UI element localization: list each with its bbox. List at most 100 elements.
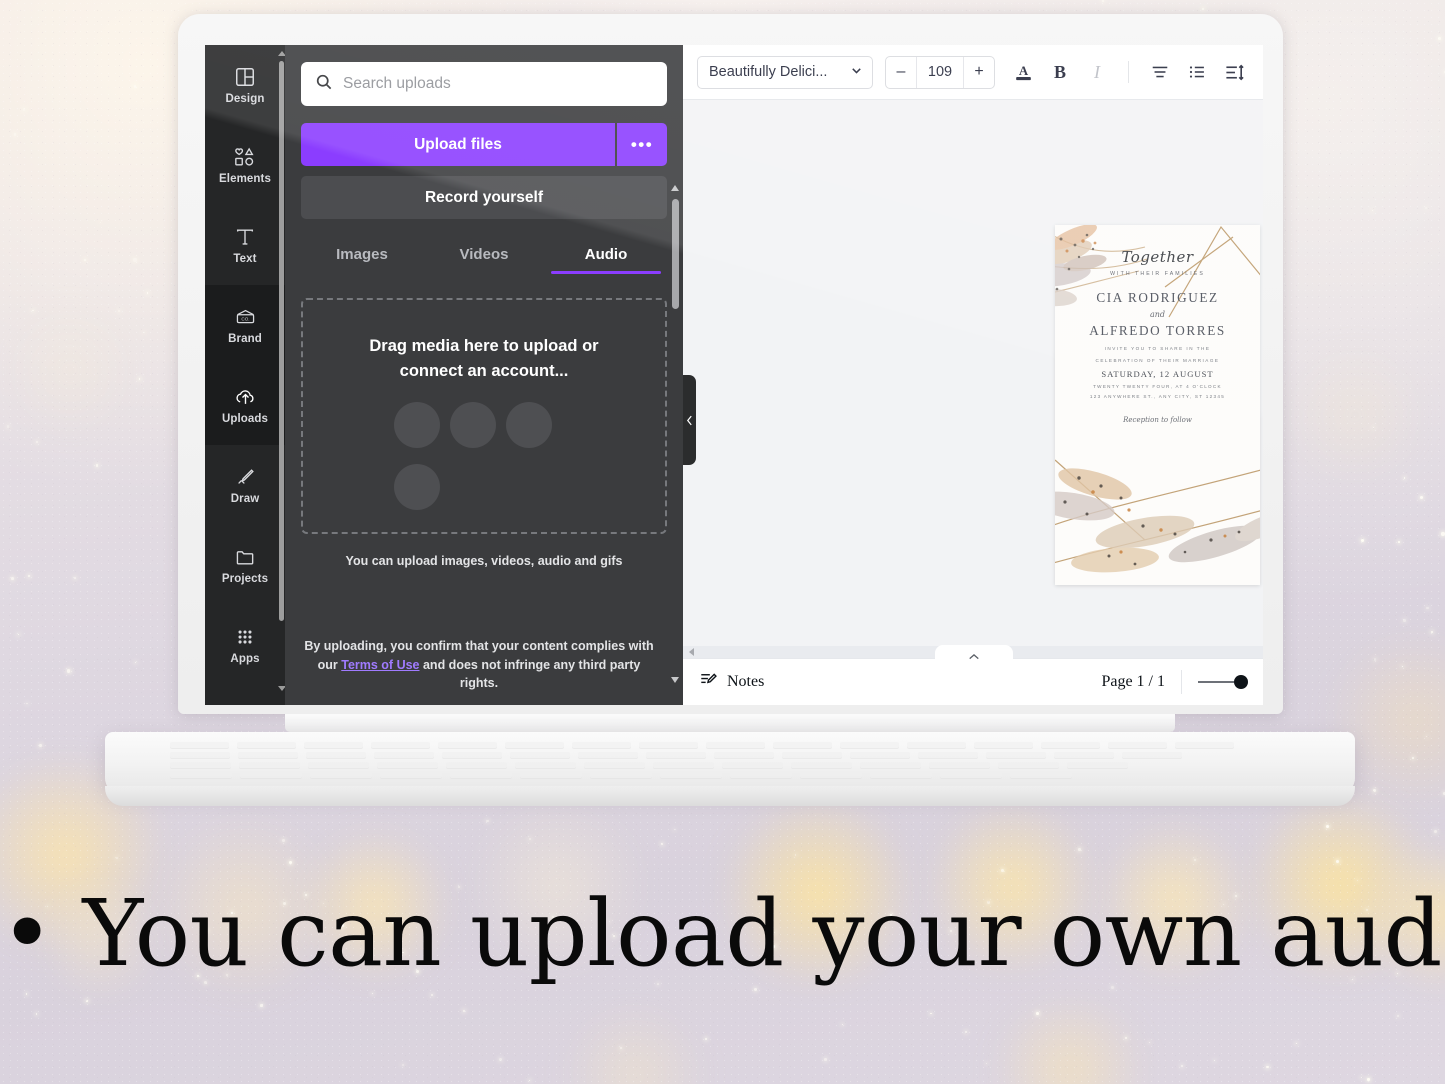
scroll-thumb[interactable] [279, 61, 284, 621]
keyboard-key [239, 762, 300, 768]
panel-scrollbar[interactable] [671, 185, 679, 683]
search-bar[interactable] [301, 62, 667, 106]
card-bride-name[interactable]: CIA RODRIGUEZ [1096, 290, 1218, 306]
keyboard-key [238, 752, 298, 758]
panel-collapse-handle[interactable] [683, 375, 696, 465]
scroll-left-arrow[interactable] [689, 648, 694, 656]
card-groom-name[interactable]: ALFREDO TORRES [1089, 323, 1226, 339]
keyboard-key [653, 762, 714, 768]
tab-images[interactable]: Images [301, 237, 423, 274]
line-spacing-button[interactable] [1218, 56, 1250, 88]
uploads-panel: Upload files ••• Record yourself Images … [285, 45, 683, 705]
keyboard-key [840, 742, 899, 748]
keyboard-key [1054, 752, 1114, 758]
font-size-stepper[interactable]: – 109 + [885, 55, 995, 89]
sidebar-item-text[interactable]: Text [205, 205, 285, 285]
keyboard-key [860, 762, 921, 768]
sidebar-item-label: Apps [230, 652, 260, 665]
search-input[interactable] [343, 75, 653, 93]
timeline-expander-button[interactable] [934, 645, 1013, 661]
laptop-base-lip [105, 786, 1355, 806]
font-size-decrease-button[interactable]: – [886, 57, 916, 88]
keyboard-key [940, 772, 1002, 778]
card-invite-line-2[interactable]: CELEBRATION OF THEIR MARRIAGE [1096, 358, 1220, 363]
upload-more-options-button[interactable]: ••• [617, 123, 667, 166]
keyboard-key [380, 772, 442, 778]
sidebar-item-brand[interactable]: CO. Brand [205, 285, 285, 365]
card-date[interactable]: SATURDAY, 12 AUGUST [1101, 369, 1213, 379]
keyboard-key [986, 752, 1046, 758]
sidebar-item-elements[interactable]: Elements [205, 125, 285, 205]
text-align-button[interactable] [1144, 56, 1176, 88]
keyboard-key [371, 742, 430, 748]
notes-button[interactable]: Notes [699, 670, 764, 694]
chevron-down-icon [850, 64, 863, 81]
keyboard-key [374, 752, 434, 758]
editor-sidebar: Design Elements Text CO. Brand Uploads D… [205, 45, 285, 705]
sidebar-item-projects[interactable]: Projects [205, 525, 285, 605]
keyboard-key [170, 752, 230, 758]
terms-of-use-link[interactable]: Terms of Use [341, 658, 419, 672]
keyboard-key [170, 742, 229, 748]
font-size-value[interactable]: 109 [916, 56, 964, 88]
invitation-card[interactable]: Together WITH THEIR FAMILIES CIA RODRIGU… [1055, 225, 1260, 585]
sidebar-scrollbar[interactable] [278, 51, 285, 691]
zoom-slider[interactable] [1198, 675, 1248, 689]
italic-button[interactable]: I [1081, 56, 1113, 88]
keyboard-key [237, 742, 296, 748]
card-together-text[interactable]: Together [1121, 248, 1193, 266]
sidebar-item-label: Text [233, 252, 257, 265]
keyboard-key [510, 752, 570, 758]
font-family-value: Beautifully Delici... [709, 64, 828, 80]
card-text-block: Together WITH THEIR FAMILIES CIA RODRIGU… [1055, 225, 1260, 585]
sidebar-item-draw[interactable]: Draw [205, 445, 285, 525]
scroll-up-arrow[interactable] [671, 185, 679, 191]
card-and-text[interactable]: and [1150, 310, 1165, 319]
sidebar-item-apps[interactable]: Apps [205, 605, 285, 685]
upload-files-button[interactable]: Upload files [301, 123, 615, 166]
sidebar-item-uploads[interactable]: Uploads [205, 365, 285, 445]
sidebar-item-label: Projects [221, 572, 269, 585]
keyboard-key [304, 742, 363, 748]
font-size-increase-button[interactable]: + [964, 57, 994, 88]
brand-icon: CO. [234, 306, 257, 328]
scroll-down-arrow[interactable] [278, 686, 285, 691]
media-dropzone[interactable]: Drag media here to upload or connect an … [301, 298, 667, 534]
account-placeholder[interactable] [506, 401, 552, 448]
zoom-slider-knob[interactable] [1234, 675, 1248, 689]
keyboard-key [170, 762, 231, 768]
keyboard-key [1067, 762, 1128, 768]
bullet-list-button[interactable] [1181, 56, 1213, 88]
design-canvas-area[interactable]: Together WITH THEIR FAMILIES CIA RODRIGU… [683, 100, 1263, 646]
card-time-line[interactable]: TWENTY TWENTY FOUR, AT 4 O'CLOCK [1093, 384, 1222, 389]
account-placeholder[interactable] [394, 463, 440, 510]
tab-audio[interactable]: Audio [545, 237, 667, 274]
scroll-up-arrow[interactable] [278, 51, 285, 56]
keyboard-key [782, 752, 842, 758]
canva-editor: Design Elements Text CO. Brand Uploads D… [205, 45, 1263, 705]
card-invite-line-1[interactable]: INVITE YOU TO SHARE IN THE [1105, 346, 1211, 351]
paragraph-group [1144, 56, 1250, 88]
scroll-down-arrow[interactable] [671, 677, 679, 683]
card-families-text[interactable]: WITH THEIR FAMILIES [1110, 271, 1205, 277]
font-family-select[interactable]: Beautifully Delici... [697, 55, 873, 89]
bold-button[interactable]: B [1044, 56, 1076, 88]
record-yourself-button[interactable]: Record yourself [301, 176, 667, 219]
zoom-slider-track[interactable] [1198, 681, 1234, 683]
toolbar-divider [1128, 61, 1129, 83]
account-placeholder[interactable] [394, 401, 440, 448]
upload-button-row: Upload files ••• [301, 123, 667, 166]
text-color-button[interactable]: A [1007, 56, 1039, 88]
projects-icon [234, 546, 257, 568]
uploads-icon [233, 386, 258, 408]
sidebar-item-design[interactable]: Design [205, 45, 285, 125]
account-placeholder[interactable] [450, 401, 496, 448]
scroll-thumb[interactable] [672, 199, 679, 309]
keyboard-key [1041, 742, 1100, 748]
bold-label: B [1053, 61, 1066, 82]
card-address-line[interactable]: 123 ANYWHERE ST., ANY CITY, ST 12345 [1090, 394, 1225, 399]
notes-label: Notes [727, 673, 765, 690]
card-reception-note[interactable]: Reception to follow [1123, 416, 1192, 424]
tab-videos[interactable]: Videos [423, 237, 545, 274]
text-toolbar: Beautifully Delici... – 109 + A B I [683, 45, 1263, 100]
